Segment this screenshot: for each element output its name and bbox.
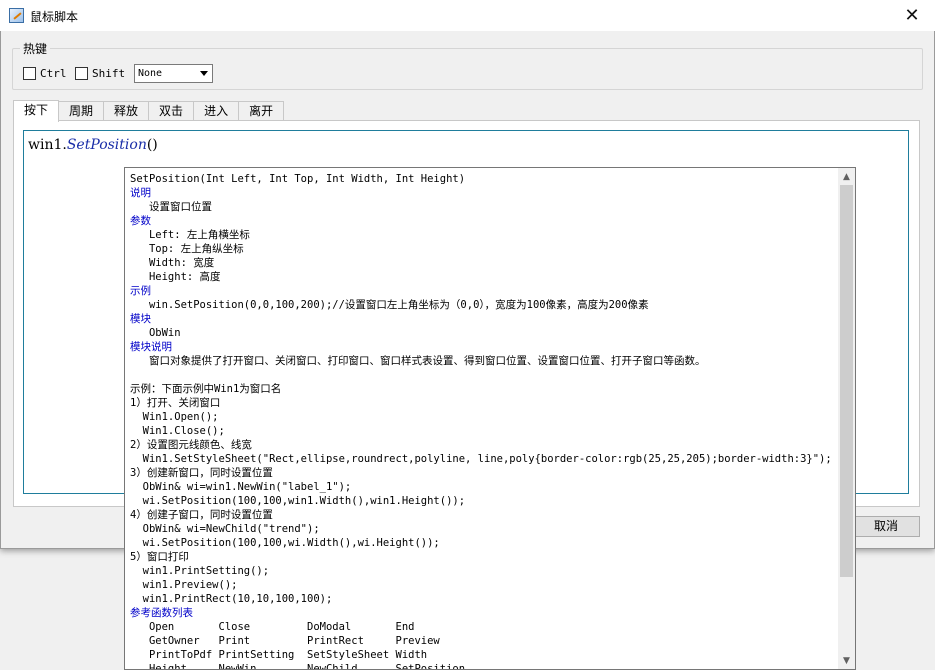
- hotkey-key-value: None: [138, 68, 163, 79]
- tooltip-heading: 模块说明: [130, 341, 172, 353]
- tab-release[interactable]: 释放: [103, 101, 150, 121]
- tooltip-line: Height: 高度: [130, 271, 221, 283]
- tooltip-heading: 参考函数列表: [130, 607, 193, 619]
- code-object: win1.: [28, 137, 67, 153]
- window-title: 鼠标脚本: [30, 10, 79, 24]
- ctrl-label: Ctrl: [40, 67, 67, 80]
- tooltip-line: Width: 宽度: [130, 257, 215, 269]
- tooltip-line: 示例：下面示例中Win1为窗口名: [130, 383, 282, 395]
- hotkey-key-select[interactable]: None: [134, 64, 213, 83]
- tooltip-line: 3）创建新窗口，同时设置位置: [130, 467, 273, 479]
- cancel-button[interactable]: 取消: [852, 516, 920, 537]
- dropdown-arrow-icon[interactable]: [200, 71, 208, 76]
- ctrl-checkbox[interactable]: Ctrl: [23, 67, 67, 80]
- scroll-down-icon[interactable]: ▼: [838, 652, 855, 669]
- code-method: SetPosition: [66, 137, 147, 153]
- tooltip-line: SetPosition(Int Left, Int Top, Int Width…: [130, 173, 466, 185]
- shift-checkbox-box[interactable]: [75, 67, 88, 80]
- close-button[interactable]: ✕: [889, 0, 935, 31]
- tooltip-line: win1.PrintRect(10,10,100,100);: [130, 593, 333, 605]
- title-bar: 鼠标脚本 ✕: [0, 0, 935, 31]
- tooltip-line: Win1.SetStyleSheet("Rect,ellipse,roundre…: [130, 453, 832, 465]
- tooltip-line: ObWin& wi=win1.NewWin("label_1");: [130, 481, 352, 493]
- scroll-thumb[interactable]: [840, 185, 853, 577]
- hotkey-group-label: 热键: [20, 40, 51, 57]
- code-parens: (): [146, 137, 158, 153]
- tooltip-line: PrintToPdf PrintSetting SetStyleSheet Wi…: [130, 649, 428, 661]
- tooltip-line: ​: [130, 368, 835, 382]
- tab-cycle[interactable]: 周期: [58, 101, 105, 121]
- tooltip-heading: 说明: [130, 187, 151, 199]
- tooltip-line: Win1.Open();: [130, 411, 219, 423]
- tooltip-scrollbar[interactable]: ▲ ▼: [838, 168, 855, 669]
- tooltip-heading: 模块: [130, 313, 151, 325]
- tab-double-click[interactable]: 双击: [148, 101, 195, 121]
- tooltip-line: 窗口对象提供了打开窗口、关闭窗口、打印窗口、窗口样式表设置、得到窗口位置、设置窗…: [130, 355, 706, 367]
- ctrl-checkbox-box[interactable]: [23, 67, 36, 80]
- shift-checkbox[interactable]: Shift: [75, 67, 125, 80]
- tooltip-line: Height NewWin NewChild SetPosition: [130, 663, 466, 670]
- function-help-tooltip: SetPosition(Int Left, Int Top, Int Width…: [124, 167, 856, 670]
- tooltip-line: Win1.Close();: [130, 425, 225, 437]
- scroll-up-icon[interactable]: ▲: [838, 168, 855, 185]
- tooltip-line: ObWin& wi=NewChild("trend");: [130, 523, 320, 535]
- tooltip-text: SetPosition(Int Left, Int Top, Int Width…: [130, 172, 835, 670]
- tooltip-line: Left: 左上角横坐标: [130, 229, 250, 241]
- tab-leave[interactable]: 离开: [238, 101, 285, 121]
- tooltip-line: 5）窗口打印: [130, 551, 189, 563]
- tooltip-line: 2）设置图元线颜色、线宽: [130, 439, 252, 451]
- tooltip-line: ObWin: [130, 327, 181, 339]
- shift-label: Shift: [92, 67, 126, 80]
- tooltip-line: 设置窗口位置: [130, 201, 212, 213]
- tab-enter[interactable]: 进入: [193, 101, 240, 121]
- tooltip-heading: 示例: [130, 285, 151, 297]
- tooltip-line: wi.SetPosition(100,100,wi.Width(),wi.Hei…: [130, 537, 440, 549]
- tooltip-line: wi.SetPosition(100,100,win1.Width(),win1…: [130, 495, 466, 507]
- tooltip-heading: 参数: [130, 215, 151, 227]
- event-tabs: 按下 周期 释放 双击 进入 离开: [13, 100, 285, 122]
- tooltip-line: win1.PrintSetting();: [130, 565, 270, 577]
- tooltip-line: GetOwner Print PrintRect Preview: [130, 635, 440, 647]
- tooltip-line: win1.Preview();: [130, 579, 238, 591]
- tooltip-line: Open Close DoModal End: [130, 621, 415, 633]
- tooltip-line: 4）创建子窗口，同时设置位置: [130, 509, 273, 521]
- app-icon: [9, 8, 24, 23]
- tooltip-line: 1）打开、关闭窗口: [130, 397, 221, 409]
- tooltip-line: win.SetPosition(0,0,100,200);//设置窗口左上角坐标…: [130, 299, 649, 311]
- script-code-line[interactable]: win1.SetPosition(): [28, 137, 158, 153]
- tab-press[interactable]: 按下: [13, 100, 60, 122]
- tooltip-line: Top: 左上角纵坐标: [130, 243, 244, 255]
